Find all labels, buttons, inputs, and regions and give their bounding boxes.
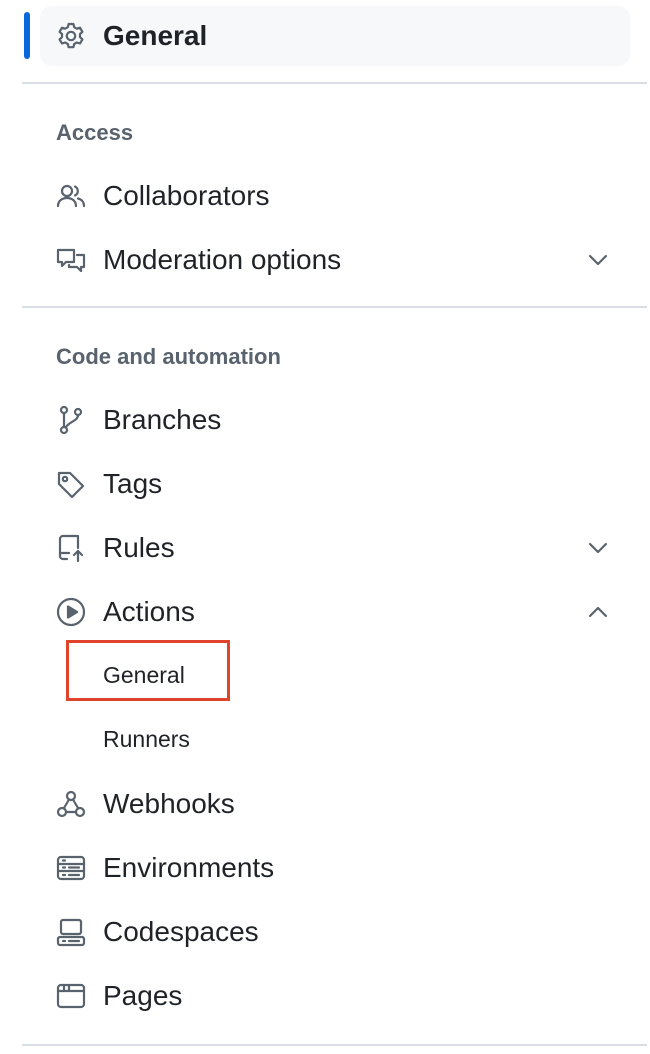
section-title-code-automation: Code and automation (56, 344, 281, 369)
people-icon (54, 179, 88, 213)
server-icon (54, 851, 88, 885)
sidebar-item-pages[interactable]: Pages (40, 966, 630, 1026)
sidebar-item-label: Rules (103, 532, 175, 563)
sidebar-item-general[interactable]: General (40, 6, 630, 66)
sidebar-item-label: Branches (103, 404, 222, 435)
sidebar-item-label: Collaborators (103, 180, 270, 211)
sidebar-item-label: General (103, 20, 208, 51)
sidebar-item-tags[interactable]: Tags (40, 454, 630, 514)
play-icon (54, 595, 88, 629)
chevron-down-icon[interactable] (584, 246, 612, 274)
sidebar-item-actions[interactable]: Actions (40, 582, 630, 642)
chevron-up-icon[interactable] (584, 598, 612, 626)
sidebar-item-label: Environments (103, 852, 275, 883)
sidebar-item-label: Moderation options (103, 244, 342, 275)
gear-icon (54, 19, 88, 53)
sidebar-item-branches[interactable]: Branches (40, 390, 630, 450)
browser-icon (54, 979, 88, 1013)
chevron-down-icon[interactable] (584, 534, 612, 562)
divider (22, 82, 647, 84)
repo-push-icon (54, 531, 88, 565)
sidebar-item-moderation-options[interactable]: Moderation options (40, 230, 630, 290)
git-branch-icon (54, 403, 88, 437)
sidebar-item-label: Pages (103, 980, 183, 1011)
sidebar-item-rules[interactable]: Rules (40, 518, 630, 578)
sidebar-item-label: Tags (103, 468, 163, 499)
sidebar-subitem-actions-general[interactable]: General (103, 662, 185, 689)
comment-discussion-icon (54, 243, 88, 277)
active-indicator (24, 12, 30, 59)
divider (22, 1044, 647, 1046)
sidebar-item-label: Codespaces (103, 916, 259, 947)
sidebar-item-environments[interactable]: Environments (40, 838, 630, 898)
sidebar-item-codespaces[interactable]: Codespaces (40, 902, 630, 962)
codespaces-icon (54, 915, 88, 949)
divider (22, 306, 647, 308)
webhook-icon (54, 787, 88, 821)
sidebar-subitem-actions-runners[interactable]: Runners (103, 726, 190, 753)
sidebar-item-webhooks[interactable]: Webhooks (40, 774, 630, 834)
sidebar-item-collaborators[interactable]: Collaborators (40, 166, 630, 226)
sidebar-item-label: Actions (103, 596, 195, 627)
tag-icon (54, 467, 88, 501)
sidebar-item-label: Webhooks (103, 788, 235, 819)
section-title-access: Access (56, 120, 134, 145)
